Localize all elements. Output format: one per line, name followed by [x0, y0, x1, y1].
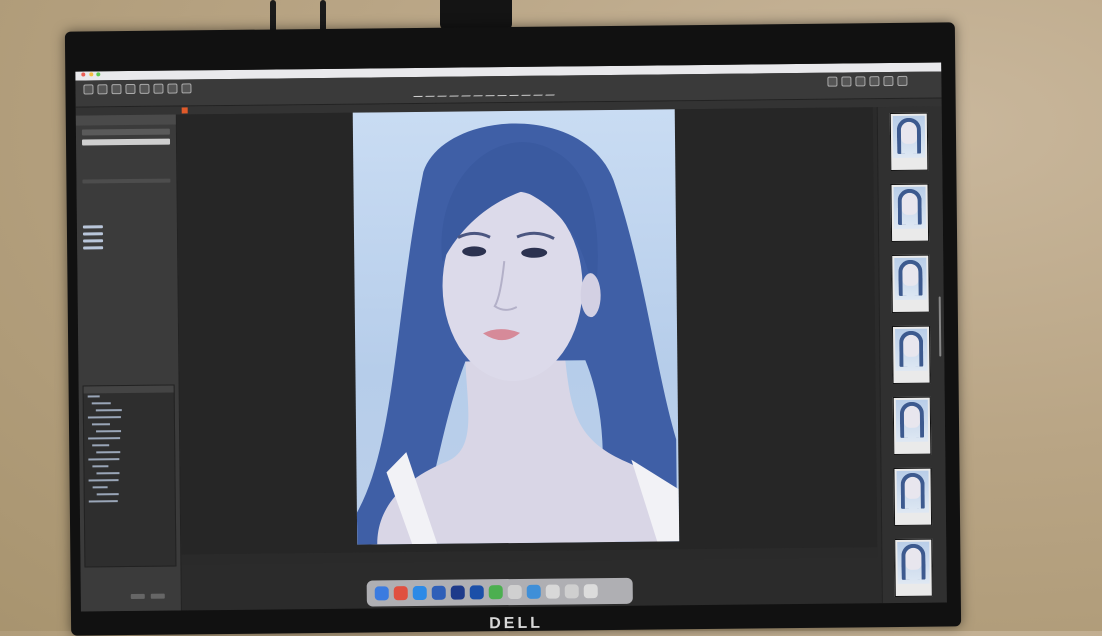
erase-tool-icon[interactable] [545, 87, 559, 96]
panel-button[interactable] [150, 593, 165, 599]
close-icon[interactable] [81, 72, 86, 77]
option-line[interactable] [83, 246, 104, 250]
thumbnail[interactable] [891, 254, 930, 314]
tool-icon-row[interactable] [82, 178, 171, 184]
print-button[interactable] [153, 83, 164, 94]
option-line[interactable] [83, 239, 104, 243]
preset-dropdown[interactable] [81, 128, 170, 136]
grid-view-button[interactable] [827, 76, 838, 87]
active-tool-tab[interactable] [181, 107, 188, 114]
app-icon[interactable] [469, 585, 484, 600]
option-line[interactable] [82, 232, 103, 236]
thumbnail-list [878, 106, 942, 598]
panel-spacer [76, 145, 176, 176]
thumbnail[interactable] [893, 467, 933, 527]
thumbnail[interactable] [889, 112, 929, 172]
tree-node-label-placeholder [96, 492, 119, 496]
monitor-brand-logo: DELL [489, 614, 544, 633]
tree-node-label-placeholder [96, 471, 120, 475]
tree-node-list [84, 393, 175, 506]
thumbnail-image [895, 399, 929, 442]
photoshop-icon[interactable] [450, 585, 465, 600]
thumbnail[interactable] [890, 183, 930, 243]
chrome-icon[interactable] [393, 586, 408, 601]
thumbnail[interactable] [894, 538, 933, 598]
export-button[interactable] [97, 84, 108, 95]
app-icon[interactable] [564, 584, 579, 599]
toolbar-left-group [83, 83, 192, 95]
panel-button[interactable] [130, 593, 145, 600]
tree-node-label-placeholder [92, 464, 109, 468]
thumbnail-browser [876, 106, 947, 604]
trash-icon[interactable] [583, 584, 598, 599]
thumbnail-image [897, 541, 930, 584]
portrait-illustration [356, 123, 680, 545]
settings-button[interactable] [181, 83, 192, 94]
thumbnail-image [894, 257, 927, 301]
process-button[interactable] [869, 76, 880, 87]
tree-node-label-placeholder [96, 429, 122, 433]
app-icon[interactable] [431, 585, 446, 600]
zoom-icon[interactable] [96, 72, 101, 77]
macos-dock [366, 577, 633, 607]
tree-node-label-placeholder [91, 401, 111, 405]
tree-node-label-placeholder [88, 478, 119, 482]
thumbnail[interactable] [892, 396, 932, 456]
tree-node-label-placeholder [92, 443, 110, 447]
app-icon[interactable] [545, 584, 560, 599]
viewer-workspace[interactable] [176, 107, 878, 555]
thumbnail-scrollbar[interactable] [938, 296, 942, 357]
tree-node-label-placeholder [91, 422, 110, 426]
tree-node-label-placeholder [87, 395, 100, 398]
proof-button[interactable] [855, 76, 866, 87]
tree-node-label-placeholder [96, 450, 121, 454]
compare-button[interactable] [841, 76, 852, 87]
monitor: DELL [64, 22, 962, 636]
chart-icon[interactable] [526, 584, 541, 599]
finder-icon[interactable] [374, 586, 389, 601]
messages-icon[interactable] [488, 585, 503, 600]
cursor-tools [413, 87, 559, 98]
monitor-mount [440, 0, 512, 30]
thumbnail-image [895, 328, 928, 371]
tree-node-label-placeholder [92, 485, 108, 489]
portrait-photo[interactable] [352, 109, 680, 545]
share-button[interactable] [167, 83, 178, 94]
option-line[interactable] [82, 225, 103, 229]
thumbnail[interactable] [891, 325, 931, 385]
edit-button[interactable] [139, 83, 150, 94]
tree-node-label-placeholder [88, 499, 118, 503]
tree-node-label-placeholder [95, 408, 122, 412]
app-icon[interactable] [507, 584, 522, 600]
safari-icon[interactable] [412, 585, 427, 601]
browse-button[interactable] [111, 84, 122, 95]
thumbnail-image [892, 115, 926, 159]
screen [75, 62, 947, 612]
window-controls[interactable] [81, 72, 102, 78]
export-variants-button[interactable] [883, 76, 894, 87]
toolbar-right-group [827, 75, 908, 87]
panel-header [75, 114, 176, 126]
tree-node-label-placeholder [88, 436, 121, 440]
import-button[interactable] [83, 84, 94, 95]
thumbnail-image [896, 470, 929, 513]
minimize-icon[interactable] [88, 72, 94, 77]
tree-node-label-placeholder [87, 415, 121, 419]
capture-button[interactable] [125, 83, 136, 95]
thumbnail-image [893, 186, 926, 230]
library-tree [82, 384, 177, 568]
left-panel-buttons [130, 593, 165, 600]
tree-node[interactable] [85, 498, 175, 506]
panel-spacer [77, 197, 177, 222]
left-tool-panel [75, 114, 182, 612]
workspace-button[interactable] [897, 75, 908, 86]
tree-node-label-placeholder [88, 457, 120, 461]
